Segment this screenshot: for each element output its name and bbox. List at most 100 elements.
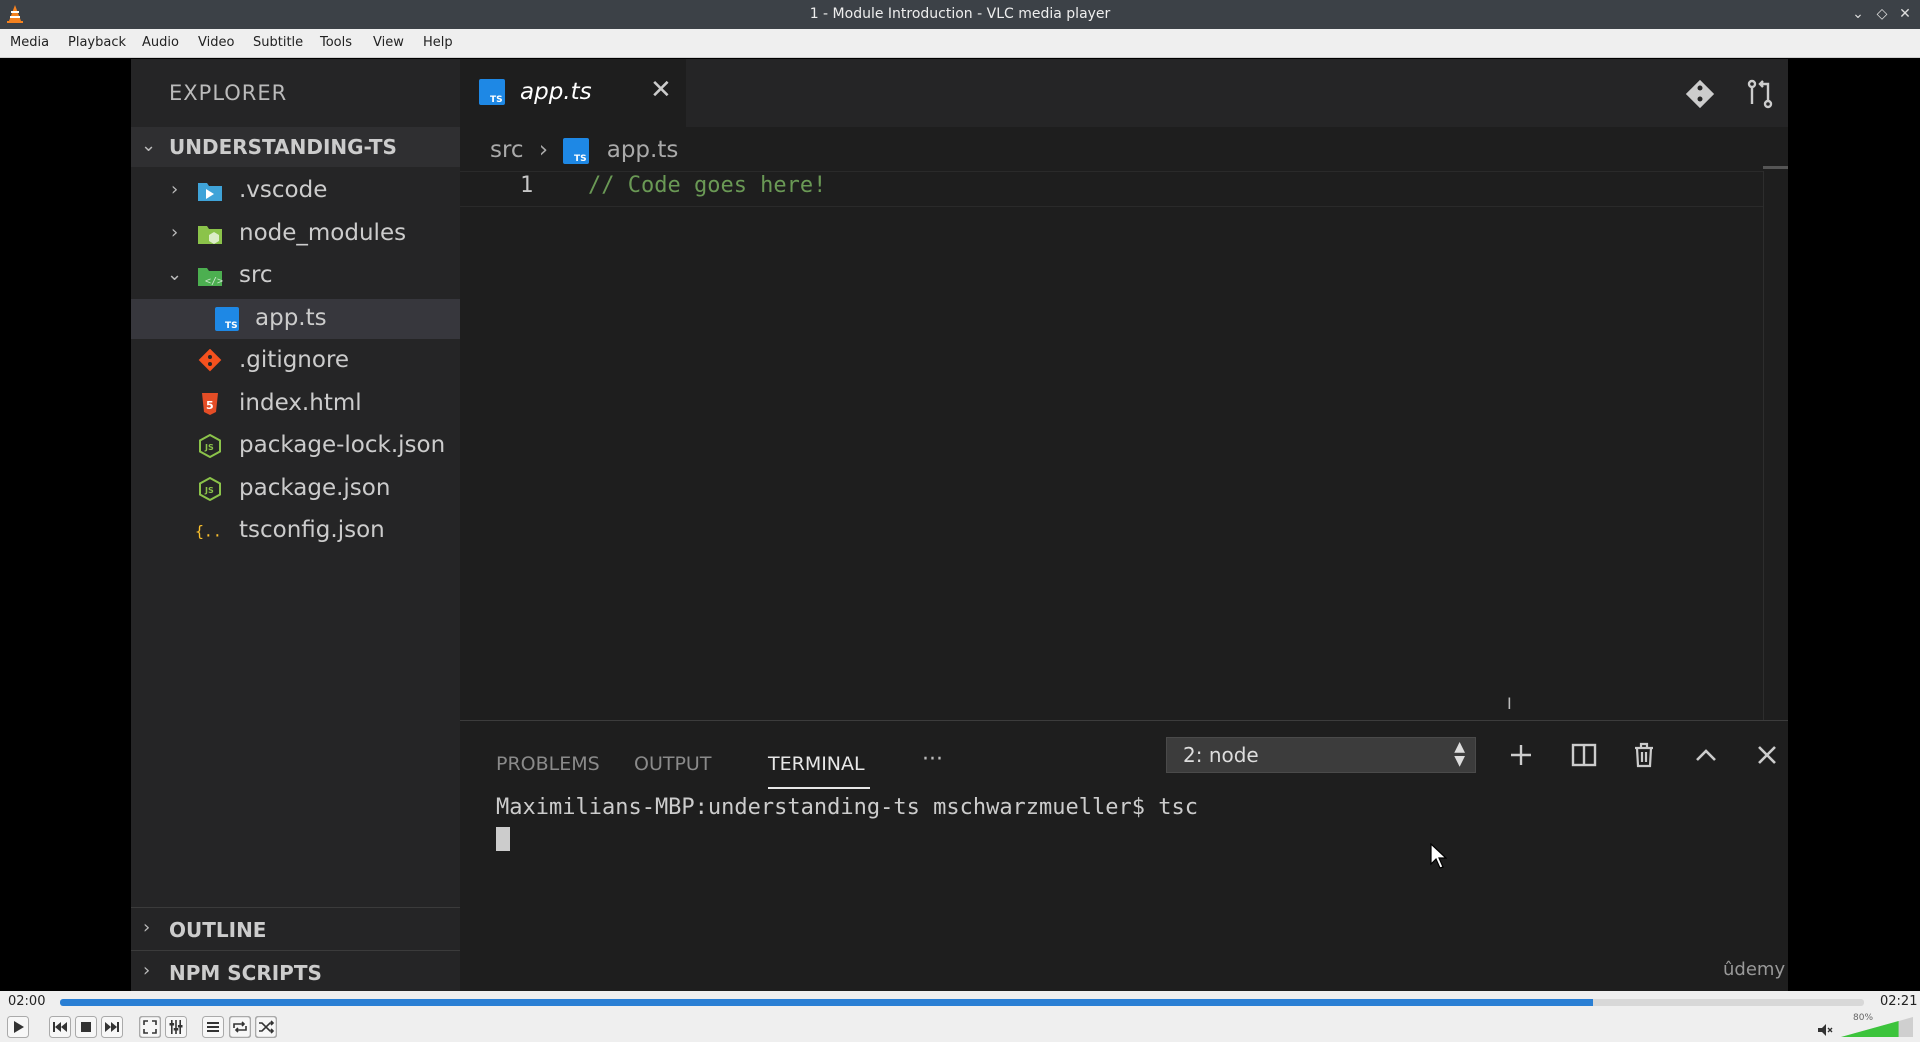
svg-text:TS: TS [225,321,238,331]
code-comment: // Code goes here! [588,173,827,198]
panel-tab-terminal: TERMINAL [768,753,865,775]
svg-text:</>: </> [205,276,223,287]
menu-subtitle[interactable]: Subtitle [253,35,303,50]
seek-progress [60,999,1594,1006]
node-folder-icon [198,226,222,244]
editor-ruler [1763,171,1764,771]
node-js-file-icon: JS [199,477,221,501]
trash-icon [1635,742,1653,768]
git-compare-icon [1685,79,1715,109]
previous-button[interactable] [49,1016,71,1038]
play-button[interactable] [7,1016,29,1038]
minimap-marker [1763,166,1788,169]
section-npm-scripts: › NPM SCRIPTS [131,950,460,990]
open-changes-icon [1747,79,1773,109]
editor-area: TS app.ts ✕ src › TS app.ts 1 // Code go… [460,59,1788,991]
breadcrumb: src › TS app.ts [490,137,678,164]
tree-item-vscode: › .vscode [171,177,328,203]
panel-tab-problems: PROBLEMS [496,753,600,775]
panel-more-icon: ··· [922,747,943,772]
project-name: UNDERSTANDING-TS [169,135,397,159]
text-cursor-icon: I [1507,694,1512,713]
terminal-cursor [496,827,510,851]
line-number: 1 [520,173,534,198]
chevron-right-icon: › [538,137,549,163]
menu-help[interactable]: Help [423,35,453,50]
typescript-file-icon: TS [479,79,505,105]
chevron-down-icon: ⌄ [141,135,157,156]
volume-percent: 80% [1853,1013,1874,1023]
svg-text:JS: JS [204,486,214,495]
terminal-output: Maximilians-MBP:understanding-ts mschwar… [496,795,1198,820]
close-panel-icon [1758,746,1776,764]
shuffle-button[interactable] [255,1016,277,1038]
chevron-right-icon: › [143,960,151,981]
breadcrumb-file: app.ts [606,137,679,163]
active-tab-underline [768,787,870,789]
window-title: 1 - Module Introduction - VLC media play… [809,6,1111,22]
new-terminal-icon [1511,745,1531,765]
svg-text:TS: TS [574,154,587,164]
playlist-button[interactable] [202,1016,224,1038]
node-js-file-icon: JS [199,434,221,458]
bottom-panel: PROBLEMS OUTPUT TERMINAL ··· 2: node ▲▼ [460,720,1788,991]
vlc-window: 1 - Module Introduction - VLC media play… [0,0,1920,1042]
maximize-icon[interactable]: ◇ [1872,4,1892,24]
tree-item-index-html: 5 index.html [131,384,460,424]
close-tab-icon: ✕ [650,75,672,105]
git-file-icon [198,349,222,372]
explorer-sidebar: EXPLORER ⌄ UNDERSTANDING-TS › .vscode › [131,59,460,991]
speaker-icon[interactable] [1817,1023,1833,1037]
menu-view[interactable]: View [373,35,404,50]
volume-slider[interactable]: 80% [1841,1013,1913,1037]
fullscreen-button[interactable] [139,1016,161,1038]
video-frame-vscode: EXPLORER ⌄ UNDERSTANDING-TS › .vscode › [131,59,1788,991]
stop-button[interactable] [75,1016,97,1038]
svg-text:JS: JS [204,443,214,452]
panel-tab-output: OUTPUT [634,753,712,775]
menu-audio[interactable]: Audio [142,35,179,50]
tree-item-app-ts: TS app.ts [131,299,460,339]
tree-item-package-json: JS package.json [131,469,460,509]
tab-app-ts: TS app.ts ✕ [460,59,686,127]
time-total: 02:21 [1880,994,1918,1009]
minimize-icon[interactable]: ⌄ [1848,4,1868,24]
time-elapsed: 02:00 [8,994,46,1009]
seek-slider[interactable] [60,999,1864,1006]
chevron-right-icon: › [143,917,151,938]
menu-video[interactable]: Video [198,35,234,50]
mouse-pointer-icon [1430,843,1447,869]
loop-button[interactable] [229,1016,251,1038]
udemy-watermark: ûdemy [1723,959,1786,980]
menu-bar: Media Playback Audio Video Subtitle Tool… [0,29,1920,58]
tree-item-tsconfig-json: {..} tsconfig.json [195,517,385,543]
editor-tab-bar: TS app.ts ✕ [460,59,1788,127]
typescript-file-icon: TS [563,137,590,164]
close-window-icon[interactable]: ✕ [1895,4,1915,24]
next-button[interactable] [101,1016,123,1038]
svg-text:{..}: {..} [195,523,221,541]
tree-item-src: ⌄ </> src [167,262,273,288]
explorer-header: EXPLORER [169,81,288,105]
typescript-file-icon: TS [215,307,239,331]
menu-playback[interactable]: Playback [68,35,126,50]
json-braces-icon: {..} [195,523,221,541]
tree-item-node-modules: › node_modules [171,220,407,246]
html5-file-icon: 5 [202,393,218,415]
breadcrumb-folder: src [490,137,524,163]
video-area[interactable]: EXPLORER ⌄ UNDERSTANDING-TS › .vscode › [0,59,1920,991]
split-terminal-icon [1571,743,1597,767]
chevron-right-icon: › [171,179,179,200]
maximize-panel-icon [1696,749,1716,761]
extended-settings-button[interactable] [165,1016,187,1038]
terminal-select: 2: node ▲ ▼ [1166,737,1476,773]
src-folder-icon: </> [198,268,223,287]
chevron-right-icon: › [171,222,179,243]
svg-text:5: 5 [206,399,214,412]
menu-media[interactable]: Media [10,35,49,50]
playback-controls: 02:00 02:21 80% [0,991,1920,1042]
menu-tools[interactable]: Tools [320,35,352,50]
chevron-down-icon: ⌄ [167,264,183,285]
project-root: ⌄ UNDERSTANDING-TS [131,127,460,167]
tree-item-gitignore: .gitignore [131,341,460,381]
